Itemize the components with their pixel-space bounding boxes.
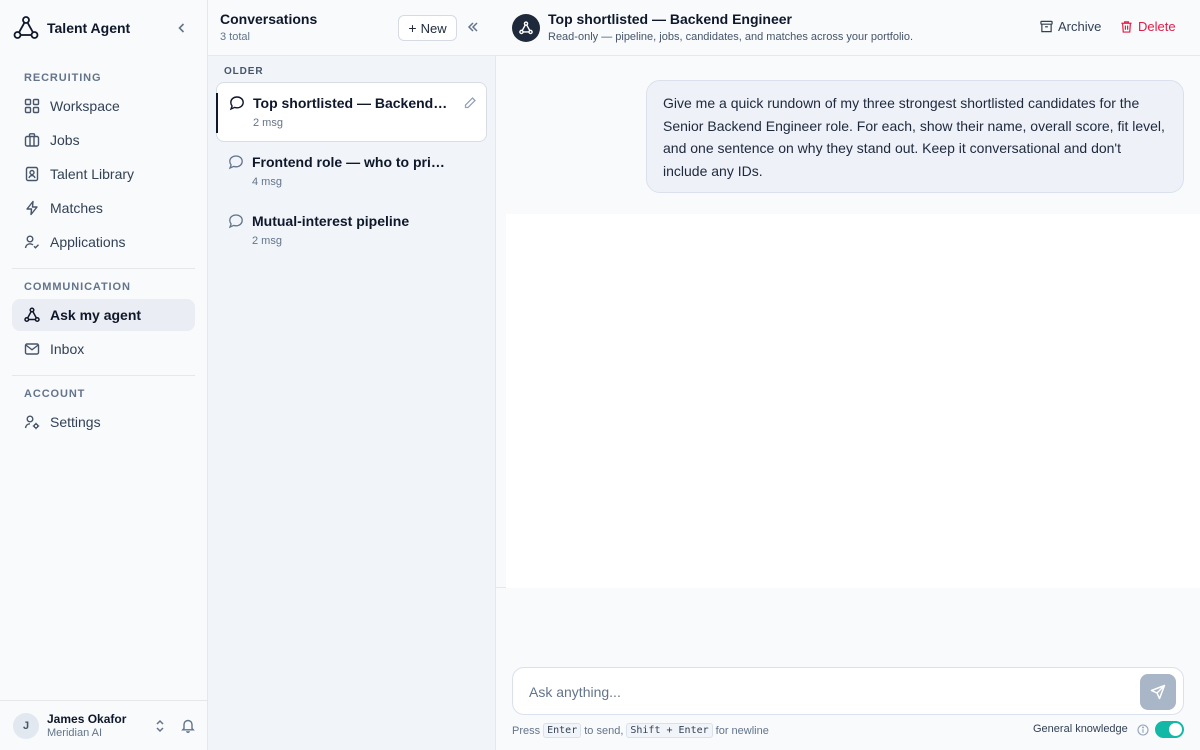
user-profile[interactable]: J James Okafor Meridian AI — [0, 700, 208, 750]
archive-label: Archive — [1058, 19, 1102, 34]
collapse-sidebar-button[interactable] — [172, 18, 192, 38]
mail-icon — [24, 341, 40, 357]
grid-icon — [24, 98, 40, 114]
info-icon[interactable] — [1137, 724, 1149, 736]
trash-icon — [1121, 21, 1132, 33]
delete-label: Delete — [1138, 19, 1176, 34]
conversations-panel: Conversations 3 total + New OLDER Top sh… — [208, 0, 496, 750]
agent-avatar — [512, 14, 540, 42]
sidebar-item-label: Matches — [50, 200, 103, 216]
chat-bubble-icon — [228, 155, 243, 170]
kbd-shift-enter: Shift + Enter — [626, 723, 713, 738]
chat-title: Top shortlisted — Backend Engineer — [548, 11, 793, 27]
hint-mid: to send, — [584, 724, 624, 737]
conversation-meta: 2 msg — [252, 235, 282, 247]
sidebar-item-label: Settings — [50, 414, 101, 430]
chevron-left-icon — [178, 23, 185, 33]
sidebar-item-label: Jobs — [50, 132, 80, 148]
conversation-title: Top shortlisted — Backend Engineer — [253, 95, 451, 111]
archive-icon — [1040, 20, 1053, 33]
bell-icon[interactable] — [180, 717, 196, 733]
sidebar-item-label: Workspace — [50, 98, 120, 114]
conversation-meta: 4 msg — [252, 176, 282, 188]
new-button-label: New — [420, 20, 447, 36]
app-name: Talent Agent — [47, 20, 131, 36]
user-org: Meridian AI — [47, 726, 103, 739]
sidebar-item-settings[interactable]: Settings — [12, 406, 195, 438]
section-title-account: ACCOUNT — [24, 388, 86, 400]
conversations-title: Conversations — [220, 11, 318, 27]
agent-icon — [519, 21, 533, 35]
conversation-item[interactable]: Top shortlisted — Backend Engineer 2 msg — [216, 82, 487, 142]
section-title-communication: COMMUNICATION — [24, 281, 131, 293]
sidebar-item-workspace[interactable]: Workspace — [12, 90, 195, 122]
user-gear-icon — [24, 414, 40, 430]
plus-icon: + — [408, 20, 417, 36]
sidebar-item-ask-my-agent[interactable]: Ask my agent — [12, 299, 195, 331]
chevron-up-down-icon[interactable] — [152, 718, 168, 734]
nav-divider — [12, 375, 195, 376]
chevrons-left-icon — [467, 22, 478, 32]
sidebar-item-label: Talent Library — [50, 166, 135, 182]
agent-logo-icon — [12, 14, 40, 42]
user-check-icon — [24, 234, 40, 250]
conversations-count: 3 total — [220, 31, 250, 43]
nav-divider — [12, 268, 195, 269]
pencil-icon[interactable] — [463, 96, 477, 110]
lightning-icon — [24, 200, 40, 216]
conversation-meta: 2 msg — [253, 117, 283, 129]
chat-header: Top shortlisted — Backend Engineer Read-… — [496, 0, 1200, 56]
general-knowledge-toggle[interactable] — [1155, 721, 1184, 738]
sidebar-item-label: Inbox — [50, 341, 85, 357]
user-message: Give me a quick rundown of my three stro… — [646, 80, 1184, 193]
archive-button[interactable]: Archive — [1040, 19, 1101, 34]
chat-input[interactable] — [529, 680, 1119, 704]
user-name: James Okafor — [47, 711, 127, 726]
composer — [512, 667, 1184, 715]
new-conversation-button[interactable]: + New — [398, 15, 457, 41]
group-label-older: OLDER — [224, 66, 264, 77]
hint-suffix: for newline — [715, 724, 769, 737]
chat-bubble-icon — [228, 214, 243, 229]
chat-main: Top shortlisted — Backend Engineer Read-… — [496, 0, 1200, 750]
section-title-recruiting: RECRUITING — [24, 72, 102, 84]
sidebar-item-inbox[interactable]: Inbox — [12, 333, 195, 365]
sidebar-item-jobs[interactable]: Jobs — [12, 124, 195, 156]
sidebar-item-applications[interactable]: Applications — [12, 226, 195, 258]
hint-prefix: Press — [512, 724, 541, 737]
briefcase-icon — [24, 132, 40, 148]
message-area — [506, 214, 1200, 588]
conversation-title: Mutual-interest pipeline — [252, 213, 410, 229]
conversation-item[interactable]: Frontend role — who to prioritize 4 msg — [216, 142, 487, 202]
kbd-enter: Enter — [543, 723, 582, 738]
user-info: James Okafor Meridian AI — [47, 712, 126, 740]
conversation-item[interactable]: Mutual-interest pipeline 2 msg — [216, 201, 487, 261]
sidebar-item-label: Applications — [50, 234, 126, 250]
conversation-title: Frontend role — who to prioritize — [252, 154, 450, 170]
sidebar-item-matches[interactable]: Matches — [12, 192, 195, 224]
sidebar-item-label: Ask my agent — [50, 307, 142, 323]
general-knowledge-label: General knowledge — [1033, 723, 1128, 735]
sidebar: Talent Agent RECRUITING Workspace Jobs T… — [0, 0, 208, 750]
send-icon — [1150, 684, 1166, 700]
avatar: J — [13, 712, 39, 739]
chat-subtitle: Read-only — pipeline, jobs, candidates, … — [548, 31, 914, 43]
delete-button[interactable]: Delete — [1120, 19, 1176, 34]
toggle-knob — [1169, 723, 1182, 736]
sidebar-item-talent-library[interactable]: Talent Library — [12, 158, 195, 190]
conversations-header: Conversations 3 total + New — [208, 0, 496, 56]
divider — [496, 587, 506, 588]
message-list: Give me a quick rundown of my three stro… — [496, 56, 1200, 588]
chat-bubble-icon — [229, 96, 244, 111]
agent-icon — [24, 307, 40, 323]
collapse-panel-button[interactable] — [464, 18, 482, 36]
send-button[interactable] — [1140, 674, 1176, 710]
contact-book-icon — [24, 166, 40, 182]
brand: Talent Agent — [12, 14, 196, 42]
composer-hint: Press Enter to send, Shift + Enter for n… — [512, 723, 769, 738]
